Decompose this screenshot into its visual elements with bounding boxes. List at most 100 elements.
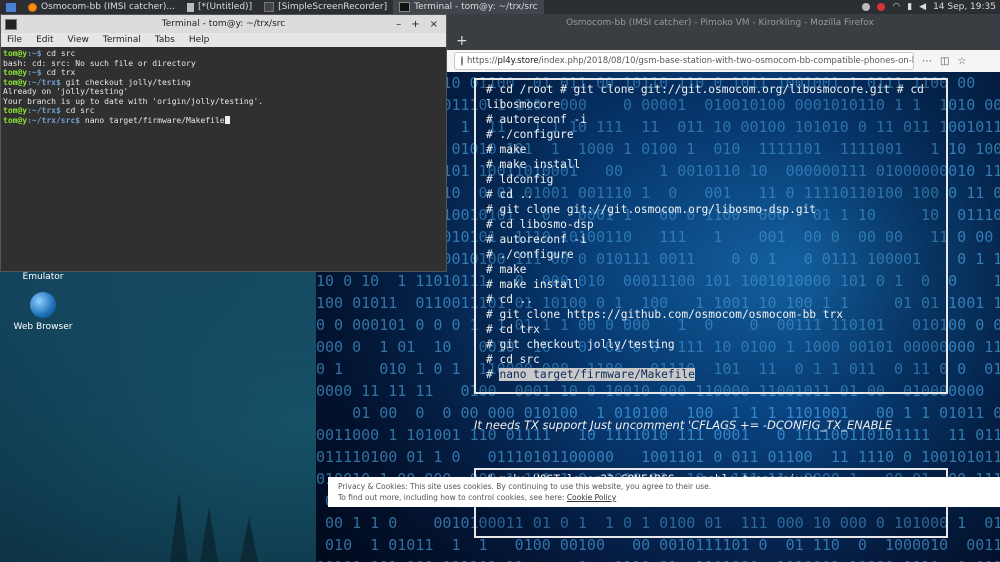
terminal-path: :~/trx/src$ — [27, 115, 81, 125]
cookie-text-2: To find out more, including how to contr… — [338, 492, 990, 503]
taskbar-item-label: [*(Untitled)] — [197, 2, 253, 12]
panel-clock[interactable]: 14 Sep, 19:35 — [933, 2, 996, 12]
panel-app-menu[interactable] — [0, 0, 22, 14]
cookie-text: Privacy & Cookies: This site uses cookie… — [338, 482, 712, 491]
terminal-prompt: tom@y — [3, 77, 28, 87]
terminal-line: Already on 'jolly/testing' — [3, 87, 444, 97]
code-line: # make — [486, 263, 527, 276]
terminal-output[interactable]: tom@y:~$ cd src bash: cd: src: No such fi… — [1, 47, 446, 127]
menu-item-view[interactable]: View — [68, 35, 89, 45]
updates-icon[interactable] — [862, 3, 871, 11]
system-tray: ◠ ▮ ◀ 14 Sep, 19:35 — [862, 2, 1000, 12]
code-block: # cd /root # git clone git://git.osmocom… — [474, 78, 948, 394]
code-line: # cd .. — [486, 188, 534, 201]
terminal-prompt: tom@y — [3, 115, 28, 125]
cookie-policy-link[interactable]: Cookie Policy — [567, 493, 616, 502]
code-line: # nano target/firmware/Makefile — [486, 367, 936, 382]
code-line: # git checkout jolly/testing — [486, 338, 675, 351]
code-line: # git clone git://git.osmocom.org/libosm… — [486, 203, 817, 216]
cookie-text-label: To find out more, including how to contr… — [338, 493, 567, 502]
url-path: /index.php/2018/08/10/gsm-base-station-w… — [538, 56, 914, 66]
terminal-line: Your branch is up to date with 'origin/j… — [3, 97, 444, 107]
url-bar[interactable]: https://pl4y.store/index.php/2018/08/10/… — [454, 52, 914, 70]
desktop-icon-label: Web Browser — [13, 322, 73, 332]
battery-icon[interactable]: ▮ — [907, 2, 912, 12]
code-line: libosmocore — [486, 98, 561, 111]
highlighted-code: nano target/firmware/Makefile — [499, 368, 695, 381]
code-line: # autoreconf -i — [486, 233, 588, 246]
terminal-menubar: File Edit View Terminal Tabs Help — [1, 33, 446, 47]
code-line: # make install — [486, 278, 581, 291]
close-button[interactable]: × — [430, 19, 438, 30]
desktop-icon-emulator[interactable]: Emulator — [8, 272, 78, 282]
maximize-button[interactable]: + — [411, 19, 419, 30]
document-icon — [186, 2, 194, 12]
top-panel: Osmocom-bb (IMSI catcher)... [*(Untitled… — [0, 0, 1000, 14]
terminal-path: :~/trx$ — [27, 106, 61, 115]
menu-item-edit[interactable]: Edit — [36, 35, 53, 45]
desktop-icon-web-browser[interactable]: Web Browser — [8, 292, 78, 332]
globe-icon — [30, 292, 56, 318]
bookmark-star-icon[interactable]: ☆ — [957, 56, 966, 67]
terminal-path: :~/trx$ — [27, 77, 61, 87]
terminal-prompt: tom@y — [3, 49, 28, 58]
terminal-text: git checkout jolly/testing — [60, 77, 191, 87]
terminal-prompt: tom@y — [3, 68, 28, 77]
code-line: # autoreconf -i — [486, 113, 588, 126]
terminal-icon — [399, 2, 411, 12]
terminal-window-title: Terminal - tom@y: ~/trx/src — [161, 19, 286, 29]
terminal-text: Already on 'jolly/testing' — [3, 87, 129, 96]
terminal-text: cd src — [60, 106, 95, 115]
tree-silhouette — [240, 517, 258, 562]
pocket-icon[interactable]: ◫ — [940, 56, 949, 67]
minimize-button[interactable]: – — [396, 19, 401, 30]
window-controls: – + × — [396, 19, 446, 30]
cookie-banner: Privacy & Cookies: This site uses cookie… — [328, 477, 1000, 507]
terminal-line: tom@y:~/trx/src$ nano target/firmware/Ma… — [3, 115, 444, 126]
terminal-titlebar[interactable]: Terminal - tom@y: ~/trx/src – + × — [1, 15, 446, 33]
desktop-icon-label: Emulator — [22, 272, 64, 282]
article-text: It needs TX support Just uncomment 'CFLA… — [474, 418, 893, 432]
taskbar-item-screen-recorder[interactable]: [SimpleScreenRecorder] — [258, 0, 393, 14]
terminal-text: nano target/firmware/Makefile — [80, 115, 225, 125]
wifi-icon[interactable]: ◠ — [892, 2, 900, 12]
taskbar-item-terminal[interactable]: Terminal - tom@y: ~/trx/src — [393, 0, 544, 14]
taskbar-item-untitled[interactable]: [*(Untitled)] — [181, 0, 258, 14]
code-prefix: # — [486, 368, 500, 381]
menu-item-file[interactable]: File — [7, 35, 22, 45]
firefox-icon — [28, 2, 37, 12]
terminal-text: Your branch is up to date with 'origin/j… — [3, 96, 264, 106]
code-line: # git clone https://github.com/osmocom/o… — [486, 308, 843, 321]
taskbar-item-label: [SimpleScreenRecorder] — [278, 2, 388, 12]
app-menu-icon — [6, 2, 16, 12]
terminal-path: :~$ — [27, 49, 42, 58]
terminal-prompt: tom@y — [3, 106, 28, 115]
menu-item-terminal[interactable]: Terminal — [103, 35, 141, 45]
volume-icon[interactable]: ◀ — [919, 2, 926, 12]
more-icon[interactable]: ⋯ — [922, 56, 932, 67]
terminal-cursor — [224, 115, 230, 124]
code-line: # cd trx — [486, 323, 540, 336]
terminal-text: cd src — [41, 49, 76, 58]
code-line: # cd src — [486, 353, 540, 366]
menu-item-tabs[interactable]: Tabs — [155, 35, 175, 45]
code-line: # make install — [486, 158, 581, 171]
terminal-line: tom@y:~$ cd src — [3, 49, 444, 59]
tree-silhouette — [170, 492, 188, 562]
code-line: # ./configure — [486, 248, 574, 261]
taskbar-item-label: Terminal - tom@y: ~/trx/src — [414, 2, 538, 12]
taskbar-item-firefox[interactable]: Osmocom-bb (IMSI catcher)... — [22, 0, 181, 14]
code-line: # ldconfig — [486, 173, 554, 186]
terminal-line: bash: cd: src: No such file or directory — [3, 59, 444, 69]
notification-icon[interactable] — [877, 3, 886, 11]
terminal-path: :~$ — [27, 68, 42, 77]
code-line: # cd libosmo-dsp — [486, 218, 594, 231]
code-line: # make — [486, 143, 527, 156]
terminal-line: tom@y:~/trx$ cd src — [3, 106, 444, 116]
terminal-line: tom@y:~/trx$ git checkout jolly/testing — [3, 78, 444, 88]
terminal-window[interactable]: Terminal - tom@y: ~/trx/src – + × File Ed… — [0, 14, 447, 272]
firefox-window-title: Osmocom-bb (IMSI catcher) - Pimoko VM - … — [566, 18, 874, 28]
code-line: # ./configure — [486, 128, 574, 141]
new-tab-button[interactable]: + — [456, 33, 468, 49]
menu-item-help[interactable]: Help — [189, 35, 210, 45]
